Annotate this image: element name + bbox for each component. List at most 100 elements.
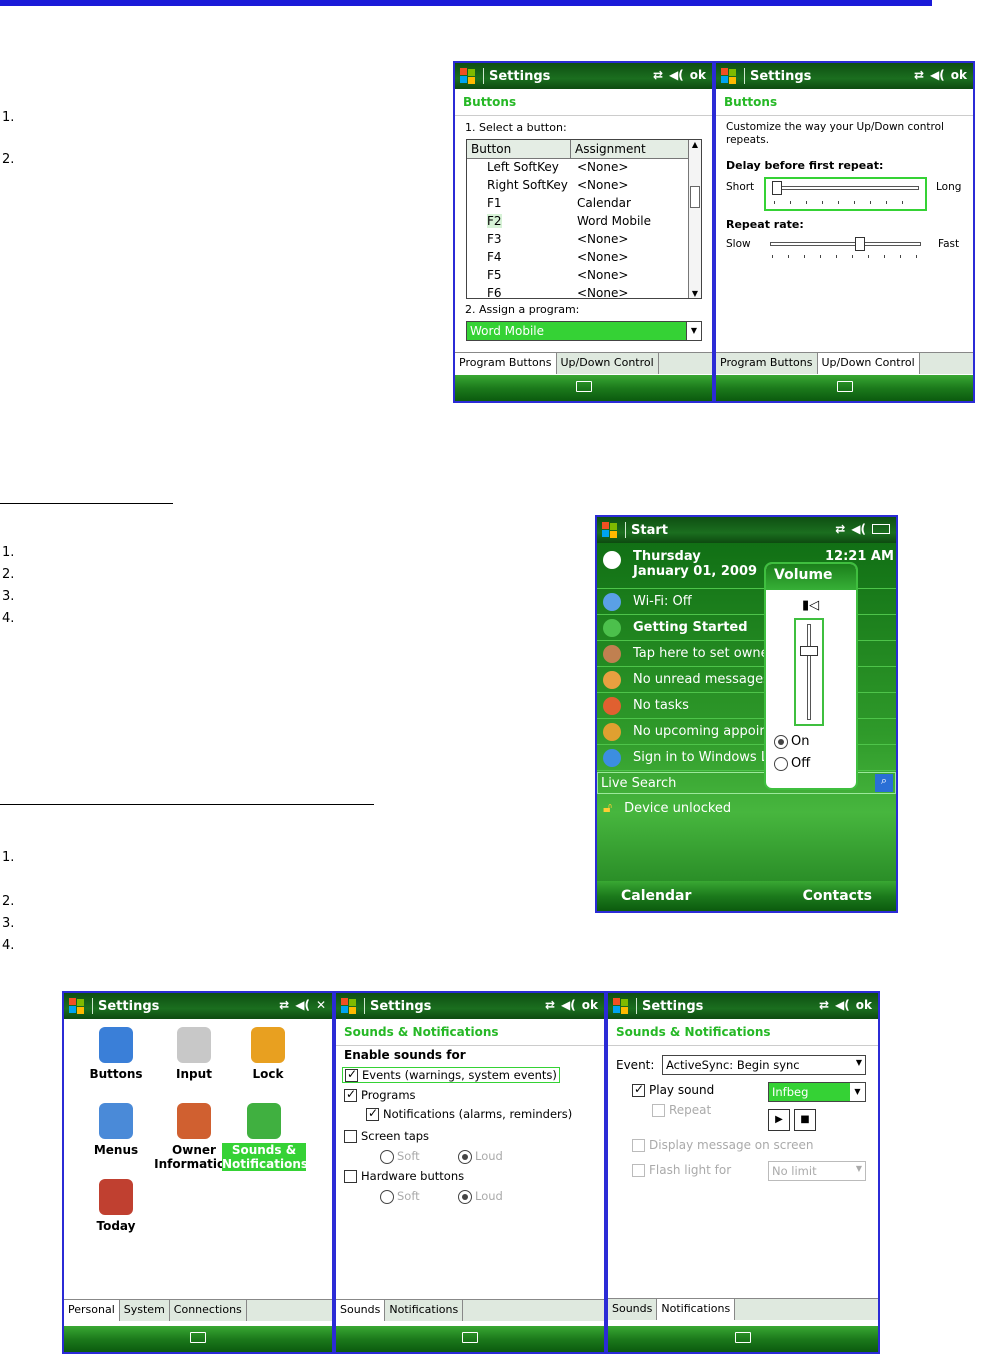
radio-on[interactable] [774, 734, 788, 749]
volume-icon[interactable]: ◀︎( [835, 998, 850, 1012]
table-row[interactable]: F5 <None> [467, 267, 701, 285]
table-row[interactable]: F1 Calendar [467, 195, 701, 213]
tab-personal[interactable]: Personal [64, 1300, 120, 1321]
table-row[interactable]: Left SoftKey <None> [467, 159, 701, 177]
sound-dropdown[interactable]: Infbeg ▼ [768, 1082, 866, 1102]
delay-slider[interactable] [764, 177, 927, 211]
connectivity-icon[interactable]: ⇄ [914, 68, 924, 82]
windows-logo-icon[interactable] [69, 997, 86, 1015]
windows-logo-icon[interactable] [602, 521, 619, 539]
scroll-down-icon[interactable]: ▼ [689, 289, 701, 298]
tab-updown-control[interactable]: Up/Down Control [557, 353, 659, 374]
volume-off-option[interactable]: Off [774, 756, 810, 771]
flash-light-checkbox[interactable]: Flash light for [632, 1163, 731, 1177]
column-header-button[interactable]: Button [467, 140, 571, 158]
volume-icon[interactable]: ◀︎( [669, 68, 684, 82]
event-dropdown[interactable]: ActiveSync: Begin sync ▼ [662, 1055, 866, 1075]
screen-taps-checkbox[interactable]: Screen taps [344, 1129, 429, 1143]
programs-checkbox[interactable]: Programs [344, 1087, 416, 1102]
search-icon[interactable]: ⌕ [875, 774, 893, 792]
setting-buttons[interactable]: Buttons [74, 1027, 158, 1081]
volume-icon[interactable]: ◀︎( [295, 998, 310, 1012]
keyboard-icon[interactable] [575, 381, 592, 392]
volume-on-option[interactable]: On [774, 734, 809, 749]
hw-soft-radio[interactable]: Soft [380, 1189, 420, 1204]
volume-icon[interactable]: ◀︎( [930, 68, 945, 82]
scroll-thumb[interactable] [690, 186, 700, 208]
connectivity-icon[interactable]: ⇄ [545, 998, 555, 1012]
volume-slider-thumb[interactable] [800, 646, 818, 656]
list-scrollbar[interactable]: ▲ ▼ [688, 140, 701, 298]
device-unlocked-row[interactable]: 🔓︎ Device unlocked [597, 795, 896, 821]
keyboard-icon[interactable] [735, 1332, 751, 1343]
windows-logo-icon[interactable] [341, 997, 358, 1015]
windows-logo-icon[interactable] [613, 997, 630, 1015]
chevron-down-icon[interactable]: ▼ [856, 1164, 862, 1173]
tab-sounds[interactable]: Sounds [608, 1299, 658, 1320]
setting-menus[interactable]: Menus [74, 1103, 158, 1157]
radio-off[interactable] [774, 756, 788, 771]
connectivity-icon[interactable]: ⇄ [279, 998, 289, 1012]
column-header-assignment[interactable]: Assignment [571, 140, 650, 158]
calendar-softkey[interactable]: Calendar [621, 888, 691, 904]
table-row[interactable]: F4 <None> [467, 249, 701, 267]
stop-icon[interactable]: ■ [794, 1109, 816, 1131]
notifications-checkbox[interactable]: Notifications (alarms, reminders) [366, 1106, 572, 1121]
scroll-up-icon[interactable]: ▲ [689, 140, 701, 149]
button-list[interactable]: Button Assignment Left SoftKey <None> Righ… [466, 139, 702, 299]
play-icon[interactable]: ▶ [768, 1109, 790, 1131]
close-icon[interactable]: ✕ [316, 998, 326, 1012]
flash-duration-dropdown[interactable]: No limit ▼ [768, 1161, 866, 1181]
connectivity-icon[interactable]: ⇄ [819, 998, 829, 1012]
ok-button[interactable]: ok [690, 68, 706, 82]
table-row[interactable]: F2 Word Mobile [467, 213, 701, 231]
ok-button[interactable]: ok [951, 68, 967, 82]
table-row[interactable]: F3 <None> [467, 231, 701, 249]
display-message-checkbox[interactable]: Display message on screen [632, 1138, 813, 1152]
taps-loud-radio[interactable]: Loud [458, 1149, 503, 1164]
setting-input[interactable]: Input [152, 1027, 236, 1081]
keyboard-icon[interactable] [836, 381, 853, 392]
ok-button[interactable]: ok [582, 998, 598, 1012]
connectivity-icon[interactable]: ⇄ [835, 522, 845, 536]
contacts-softkey[interactable]: Contacts [803, 888, 872, 904]
volume-slider[interactable] [794, 618, 824, 726]
chevron-down-icon[interactable]: ▼ [850, 1083, 865, 1101]
volume-icon[interactable]: ◀︎( [561, 998, 576, 1012]
chevron-down-icon[interactable]: ▼ [856, 1058, 862, 1067]
keyboard-icon[interactable] [190, 1332, 206, 1343]
setting-lock[interactable]: Lock [226, 1027, 310, 1081]
rate-slider-thumb[interactable] [854, 237, 865, 251]
tab-system[interactable]: System [120, 1300, 170, 1321]
delay-slider-thumb[interactable] [772, 181, 782, 195]
windows-logo-icon[interactable] [460, 67, 477, 85]
taps-soft-radio[interactable]: Soft [380, 1149, 420, 1164]
table-row[interactable]: Right SoftKey <None> [467, 177, 701, 195]
tab-notifications[interactable]: Notifications [657, 1299, 736, 1320]
connectivity-icon[interactable]: ⇄ [653, 68, 663, 82]
windows-logo-icon[interactable] [721, 67, 738, 85]
setting-sounds-notifications[interactable]: Sounds & Notifications [222, 1103, 308, 1171]
volume-icon[interactable]: ◀︎( [851, 522, 866, 536]
tab-notifications[interactable]: Notifications [385, 1300, 464, 1321]
keyboard-icon[interactable] [462, 1332, 478, 1343]
program-dropdown[interactable]: Word Mobile ▼ [466, 321, 702, 341]
setting-today[interactable]: Today [74, 1179, 158, 1233]
battery-icon[interactable] [872, 524, 890, 534]
tab-program-buttons[interactable]: Program Buttons [716, 353, 818, 374]
table-row[interactable]: F6 <None> [467, 285, 701, 298]
hw-loud-radio[interactable]: Loud [458, 1189, 503, 1204]
chevron-down-icon[interactable]: ▼ [686, 322, 701, 340]
tab-updown-control[interactable]: Up/Down Control [817, 353, 920, 374]
ok-button[interactable]: ok [856, 998, 872, 1012]
play-sound-checkbox[interactable]: Play sound [632, 1082, 714, 1097]
lock-icon [251, 1027, 285, 1063]
title-bar: Settings ⇄ ◀︎(ok [716, 63, 973, 89]
tab-program-buttons[interactable]: Program Buttons [455, 353, 557, 374]
repeat-checkbox[interactable]: Repeat [652, 1103, 711, 1117]
rate-slider[interactable] [764, 235, 927, 265]
tab-sounds[interactable]: Sounds [336, 1300, 386, 1321]
tab-connections[interactable]: Connections [170, 1300, 247, 1321]
events-checkbox[interactable]: Events (warnings, system events) [342, 1067, 560, 1083]
hardware-buttons-checkbox[interactable]: Hardware buttons [344, 1169, 464, 1183]
